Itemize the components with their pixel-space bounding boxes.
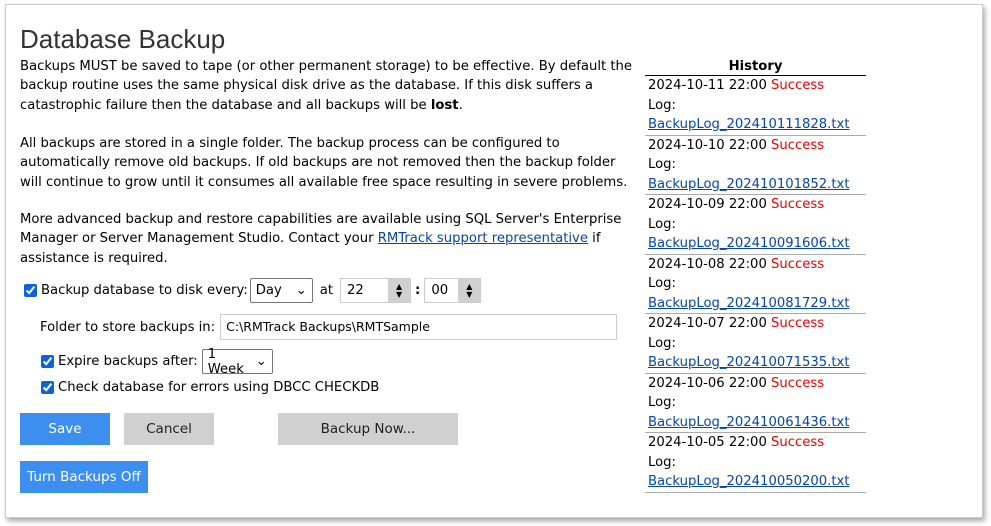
frequency-select[interactable]: Day ⌄ <box>249 278 313 303</box>
chevron-down-icon: ⌄ <box>295 283 307 298</box>
log-file-link[interactable]: BackupLog_202410061436.txt <box>648 415 850 430</box>
history-date: 2024-10-07 22:00 <box>648 316 767 331</box>
intro-paragraph-3: More advanced backup and restore capabil… <box>20 210 640 268</box>
stepper-arrows-icon[interactable]: ▲ ▼ <box>458 279 481 302</box>
expire-select[interactable]: 1 Week ⌄ <box>201 346 273 377</box>
log-label: Log: <box>648 454 676 470</box>
history-entry: 2024-10-07 22:00 Success Log: BackupLog_2… <box>645 314 866 374</box>
at-label: at <box>319 283 334 298</box>
frequency-value: Day <box>255 283 282 298</box>
backup-enabled-checkbox[interactable] <box>24 284 37 297</box>
log-label: Log: <box>648 276 676 291</box>
history-status: Success <box>771 137 825 153</box>
history-entry: 2024-10-09 22:00 Success Log: BackupLog_2… <box>645 195 866 255</box>
folder-label: Folder to store backups in: <box>40 319 216 335</box>
history-date: 2024-10-05 22:00 <box>648 435 767 450</box>
history-entry: 2024-10-11 22:00 Success Log: BackupLog_2… <box>645 76 866 136</box>
log-label: Log: <box>648 97 676 113</box>
history-status: Success <box>771 197 825 212</box>
log-file-link[interactable]: BackupLog_202410091606.txt <box>648 236 850 251</box>
intro-text: Backups MUST be saved to tape (or other … <box>20 59 632 113</box>
history-status: Success <box>771 375 825 391</box>
history-entry: 2024-10-08 22:00 Success Log: BackupLog_2… <box>645 255 866 314</box>
log-label: Log: <box>648 216 676 232</box>
history-status: Success <box>771 256 825 272</box>
expire-label: Expire backups after: <box>58 354 198 369</box>
log-label: Log: <box>648 395 676 410</box>
log-file-link[interactable]: BackupLog_202410101852.txt <box>648 177 850 192</box>
history-status: Success <box>771 435 825 450</box>
history-date: 2024-10-08 22:00 <box>648 256 767 272</box>
lost-emphasis: lost <box>430 97 459 113</box>
log-file-link[interactable]: BackupLog_202410050200.txt <box>648 474 850 489</box>
history-title: History <box>645 58 866 76</box>
save-button[interactable]: Save <box>20 413 110 445</box>
chevron-down-icon: ⌄ <box>255 354 267 369</box>
page-title: Database Backup <box>20 24 226 54</box>
cancel-button[interactable]: Cancel <box>124 413 214 445</box>
log-file-link[interactable]: BackupLog_202410081729.txt <box>648 296 850 311</box>
history-date: 2024-10-06 22:00 <box>648 375 767 391</box>
hour-stepper[interactable]: 22 ▲ ▼ <box>340 278 412 303</box>
history-date: 2024-10-09 22:00 <box>648 197 767 212</box>
support-link[interactable]: RMTrack support representative <box>378 231 588 246</box>
log-file-link[interactable]: BackupLog_202410111828.txt <box>648 117 850 132</box>
dbcc-checkbox[interactable] <box>41 381 54 394</box>
dbcc-label: Check database for errors using DBCC CHE… <box>58 380 380 395</box>
history-date: 2024-10-10 22:00 <box>648 137 767 153</box>
hour-value: 22 <box>347 283 364 298</box>
history-entry: 2024-10-10 22:00 Success Log: BackupLog_2… <box>645 136 866 195</box>
backup-label: Backup database to disk every: <box>41 283 248 298</box>
intro-paragraph-2: All backups are stored in a single folde… <box>20 136 628 190</box>
history-entry: 2024-10-05 22:00 Success Log: BackupLog_2… <box>645 433 866 493</box>
history-date: 2024-10-11 22:00 <box>648 78 767 93</box>
folder-input[interactable]: C:\RMTrack Backups\RMTSample <box>220 314 618 340</box>
log-label: Log: <box>648 157 676 172</box>
time-colon: : <box>415 283 421 298</box>
history-entry: 2024-10-06 22:00 Success Log: BackupLog_2… <box>645 374 866 433</box>
history-status: Success <box>771 78 825 93</box>
expire-checkbox[interactable] <box>41 355 54 368</box>
backup-now-button[interactable]: Backup Now... <box>278 413 458 445</box>
minute-stepper[interactable]: 00 ▲ ▼ <box>424 278 482 303</box>
log-label: Log: <box>648 335 676 351</box>
stepper-arrows-icon[interactable]: ▲ ▼ <box>388 279 411 302</box>
history-table: History 2024-10-11 22:00 Success Log: Bac… <box>645 58 866 493</box>
history-status: Success <box>771 316 825 331</box>
intro-paragraph-1: Backups MUST be saved to tape (or other … <box>20 59 632 113</box>
log-file-link[interactable]: BackupLog_202410071535.txt <box>648 355 850 370</box>
turn-backups-off-button[interactable]: Turn Backups Off <box>20 461 148 493</box>
expire-value: 1 Week <box>207 346 244 377</box>
minute-value: 00 <box>431 283 449 298</box>
